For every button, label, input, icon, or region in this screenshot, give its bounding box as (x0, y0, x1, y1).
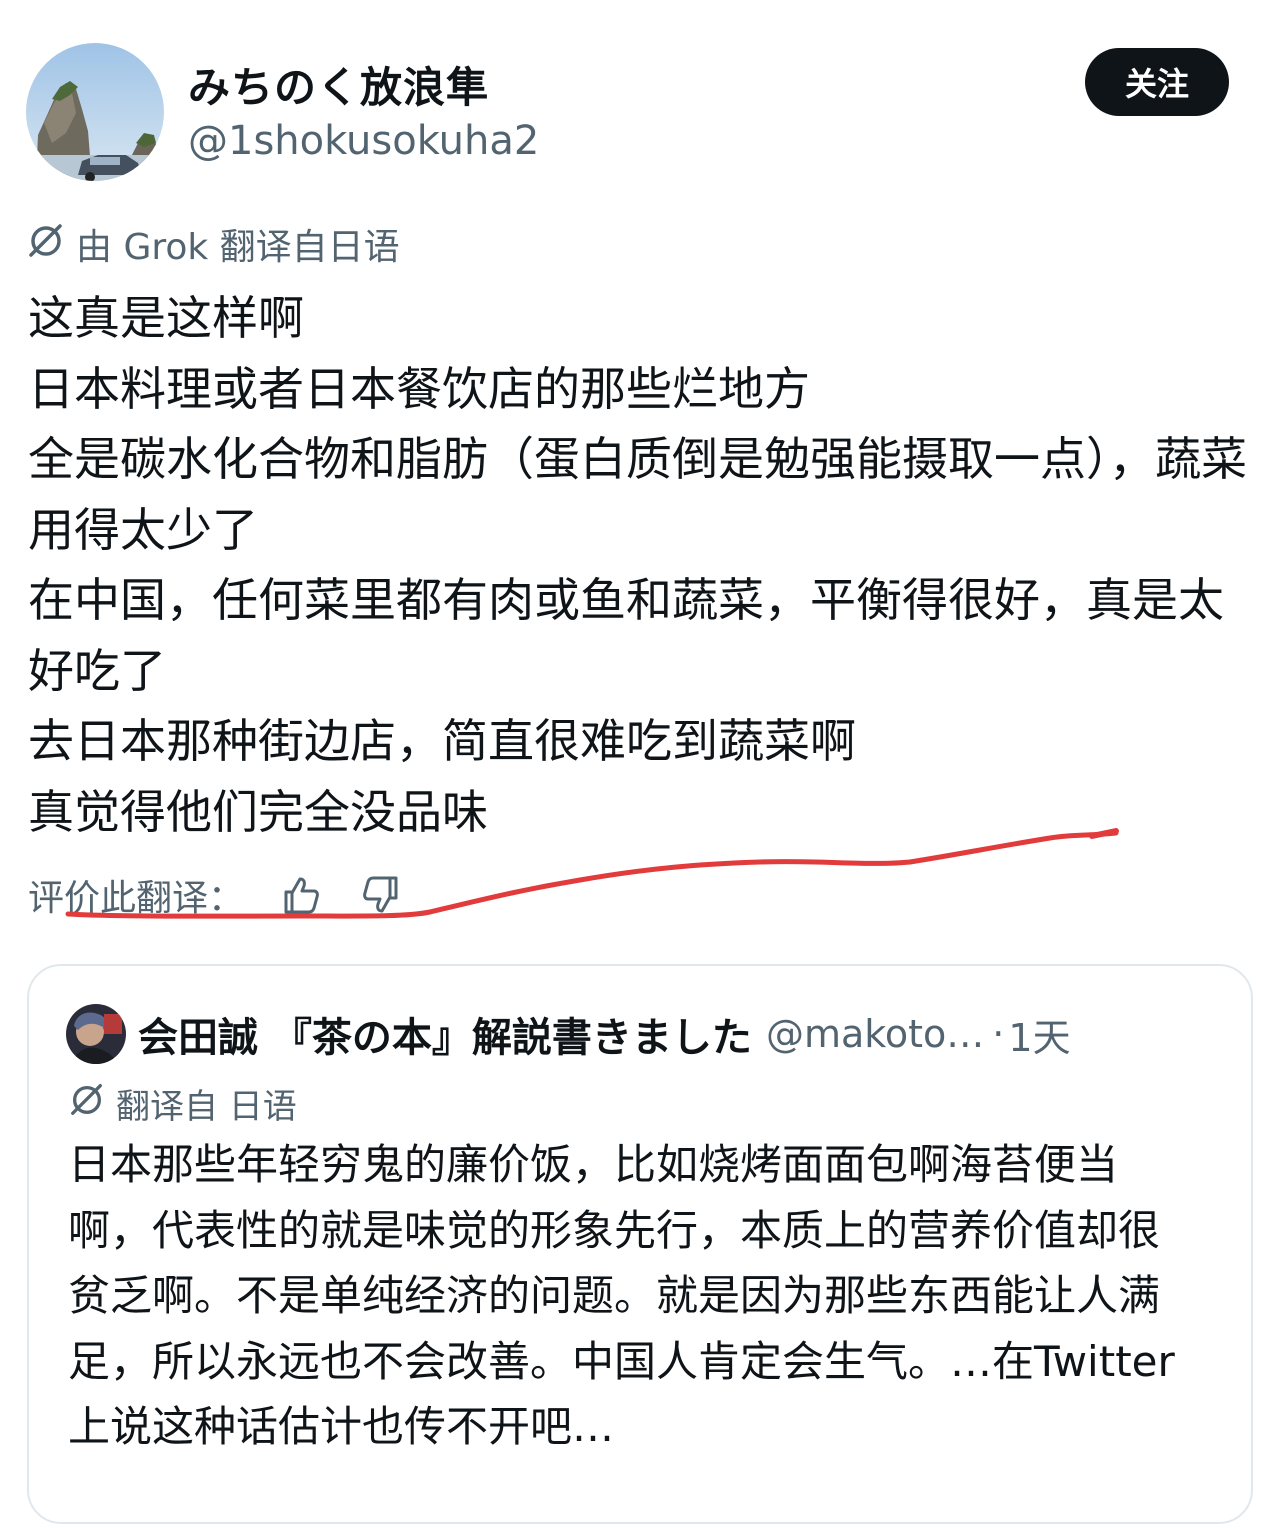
rate-translation: 评价此翻译： (28, 866, 406, 924)
translation-note: 由 Grok 翻译自日语 (26, 218, 400, 270)
quoted-author-avatar (66, 1004, 126, 1064)
translation-note-text: 由 Grok 翻译自日语 (76, 227, 400, 268)
quoted-timestamp[interactable]: 1天 (1008, 1007, 1070, 1062)
tweet-text: 这真是这样啊 日本料理或者日本餐饮店的那些烂地方 全是碳水化合物和脂肪（蛋白质倒… (28, 291, 1247, 839)
thumbs-down-icon[interactable] (356, 870, 406, 920)
quoted-author-handle[interactable]: @makoto… (766, 1012, 984, 1056)
translate-icon (68, 1080, 106, 1127)
author-avatar[interactable] (26, 43, 164, 181)
author-display-name[interactable]: みちのく放浪隼 (188, 54, 489, 115)
quoted-author-name[interactable]: 会田誠 『茶の本』解説書きました (138, 1005, 752, 1063)
follow-button[interactable]: 关注 (1085, 48, 1229, 116)
rate-translation-label: 评价此翻译： (28, 878, 245, 919)
quoted-separator: · (992, 1012, 1005, 1056)
quoted-tweet-header: 会田誠 『茶の本』解説書きました @makoto… · 1天 (138, 1004, 1198, 1064)
author-handle[interactable]: @1shokusokuha2 (188, 118, 539, 164)
thumbs-up-icon[interactable] (276, 870, 326, 920)
quoted-translation-note: 翻译自 日语 (68, 1078, 297, 1128)
quoted-tweet-text: 日本那些年轻穷鬼的廉价饭，比如烧烤面面包啊海苔便当啊，代表性的就是味觉的形象先行… (68, 1140, 1175, 1451)
grok-translate-icon (26, 220, 66, 269)
quoted-translation-note-text: 翻译自 日语 (116, 1086, 297, 1127)
